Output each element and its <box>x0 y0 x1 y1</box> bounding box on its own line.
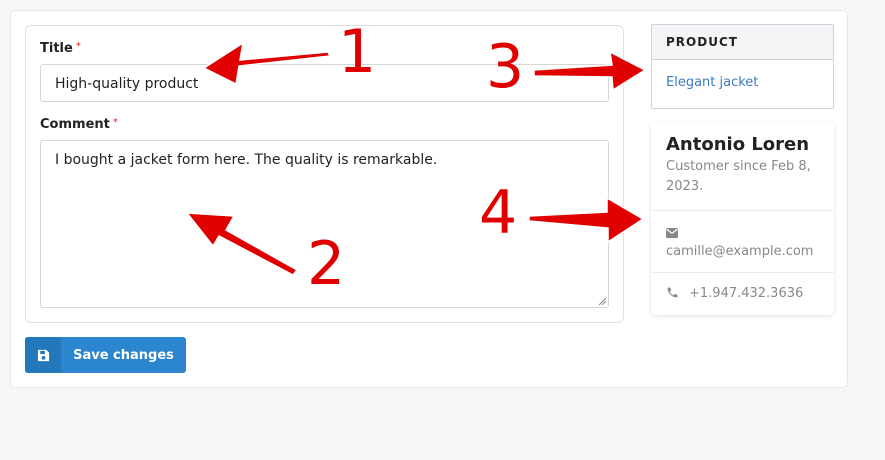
phone-icon <box>666 286 679 304</box>
envelope-icon <box>666 225 678 243</box>
title-label: Title * <box>40 41 81 56</box>
customer-phone-link[interactable]: +1.947.432.3636 <box>689 286 803 301</box>
customer-since: Customer since Feb 8, 2023. <box>666 159 811 194</box>
title-input[interactable]: High-quality product <box>40 64 609 102</box>
product-card: PRODUCT Elegant jacket <box>651 24 834 109</box>
divider <box>651 272 834 273</box>
title-required-marker: * <box>75 41 81 52</box>
save-changes-button[interactable]: Save changes <box>25 337 186 373</box>
customer-name: Antonio Loren <box>666 134 810 155</box>
product-link[interactable]: Elegant jacket <box>652 60 833 105</box>
save-changes-label: Save changes <box>73 347 174 363</box>
customer-email-link[interactable]: camille@example.com <box>666 244 813 259</box>
comment-required-marker: * <box>112 117 118 128</box>
floppy-disk-icon <box>25 337 61 373</box>
resize-handle-icon[interactable] <box>598 297 606 305</box>
comment-label: Comment * <box>40 117 118 132</box>
comment-textarea[interactable]: I bought a jacket form here. The quality… <box>40 140 609 308</box>
customer-card: Antonio Loren Customer since Feb 8, 2023… <box>651 122 834 315</box>
comment-text: I bought a jacket form here. The quality… <box>55 152 438 168</box>
product-header: PRODUCT <box>652 25 833 60</box>
divider <box>651 210 834 211</box>
